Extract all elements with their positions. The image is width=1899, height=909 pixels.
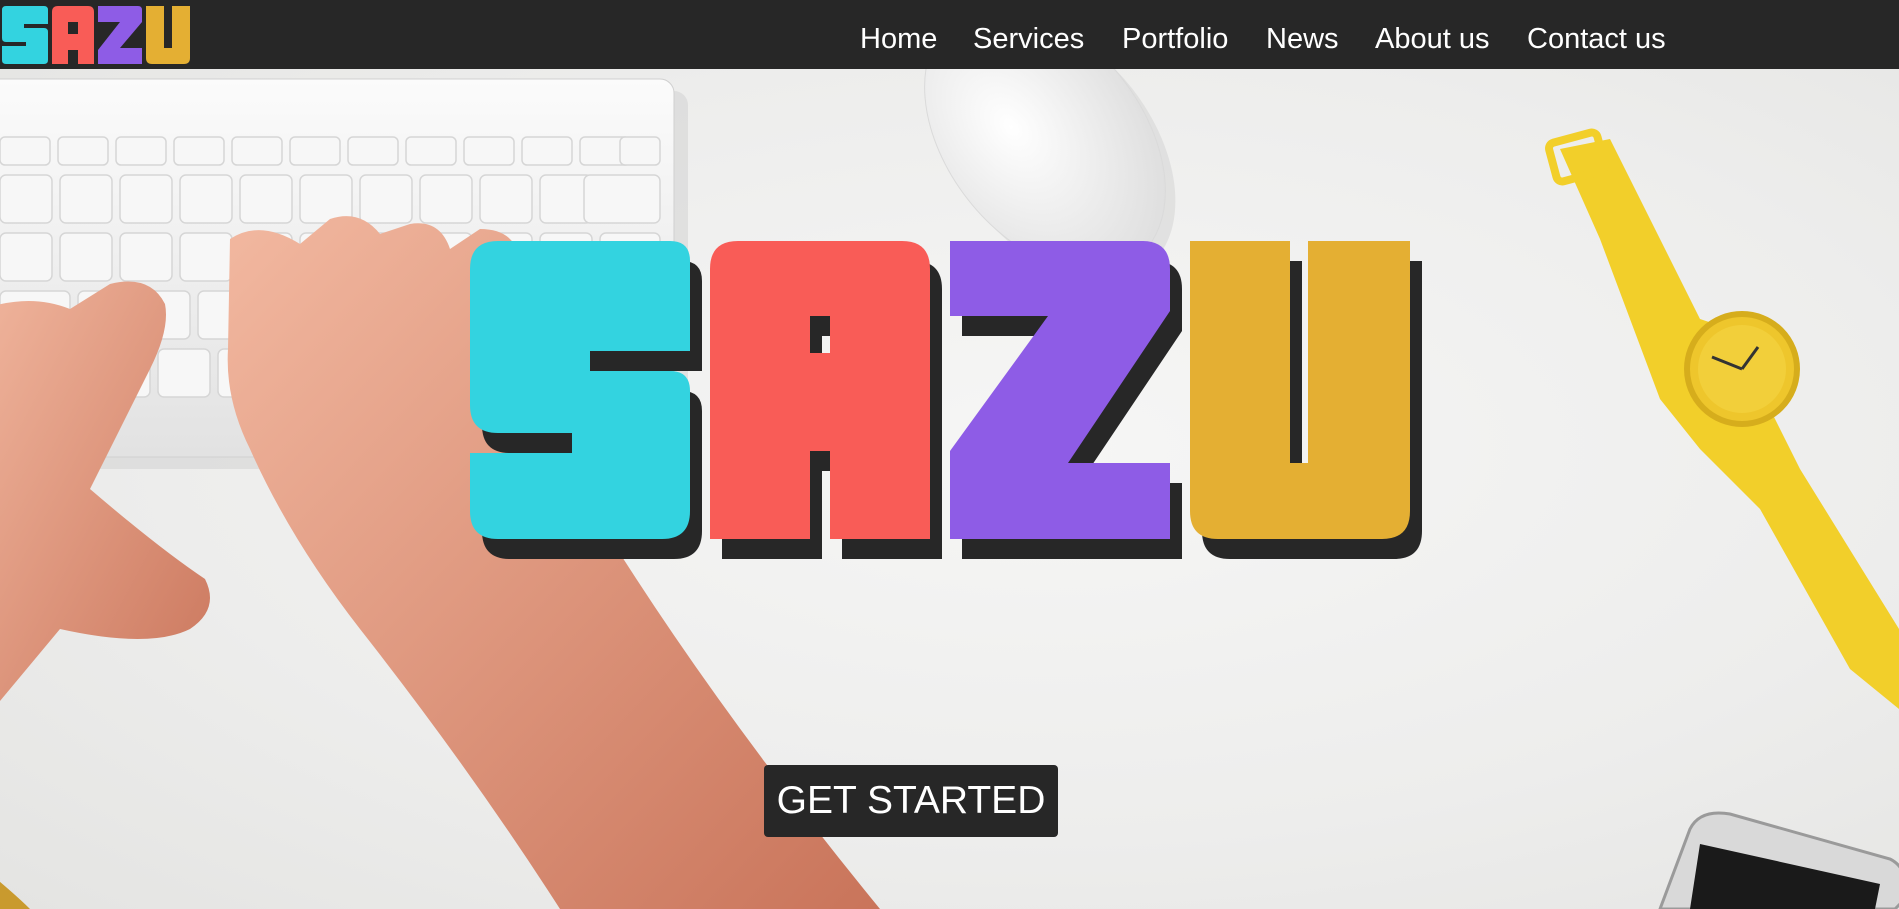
hero-logo-letter-s: [470, 241, 690, 539]
get-started-button[interactable]: GET STARTED: [764, 765, 1058, 837]
nav-link-news[interactable]: News: [1266, 20, 1339, 58]
nav-link-portfolio[interactable]: Portfolio: [1122, 20, 1228, 58]
main-nav: Home Services Portfolio News About us Co…: [0, 0, 1899, 69]
hero-section: GET STARTED: [0, 69, 1899, 909]
nav-link-about-us[interactable]: About us: [1375, 20, 1489, 58]
watch-image: [1545, 128, 1899, 709]
nav-link-home[interactable]: Home: [860, 20, 937, 58]
nav-link-services[interactable]: Services: [973, 20, 1084, 58]
hero-logo: [470, 241, 1422, 559]
nav-link-contact-us[interactable]: Contact us: [1527, 20, 1666, 58]
phone-image: [1658, 811, 1899, 909]
top-navbar: Home Services Portfolio News About us Co…: [0, 0, 1899, 69]
